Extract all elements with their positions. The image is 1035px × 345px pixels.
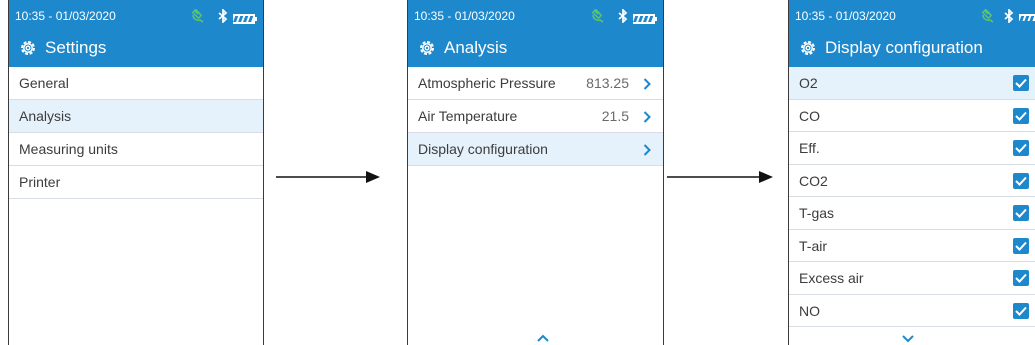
arrow-right-icon — [276, 171, 380, 183]
analysis-list: Atmospheric Pressure 813.25 Air Temperat… — [408, 67, 663, 166]
bluetooth-icon — [217, 7, 229, 25]
status-bar: 10:35 - 01/03/2020 — [13, 7, 259, 25]
checkbox-checked-icon[interactable] — [1013, 172, 1029, 189]
status-bar: 10:35 - 01/03/2020 — [412, 7, 659, 25]
config-item-no[interactable]: NO — [789, 295, 1035, 327]
header: 10:35 - 01/03/2020 Settings — [9, 0, 263, 67]
config-item-t-gas[interactable]: T-gas — [789, 197, 1035, 230]
checkbox-checked-icon[interactable] — [1013, 237, 1029, 254]
chevron-right-icon — [643, 144, 651, 156]
checkbox-checked-icon[interactable] — [1013, 75, 1029, 91]
battery-icon — [1019, 11, 1035, 21]
checkbox-checked-icon[interactable] — [1013, 107, 1029, 124]
checkbox-checked-icon[interactable] — [1013, 302, 1029, 319]
menu-item-value: 813.25 — [586, 75, 629, 91]
menu-item-label: General — [19, 75, 69, 91]
config-item-label: NO — [799, 302, 820, 319]
status-time: 10:35 - 01/03/2020 — [795, 9, 896, 23]
gear-icon — [799, 39, 817, 57]
menu-item-analysis[interactable]: Analysis — [9, 100, 263, 133]
plug-icon — [981, 8, 995, 23]
header: 10:35 - 01/03/2020 Analysis — [408, 0, 663, 67]
page-title: Analysis — [444, 38, 508, 57]
config-item-label: Excess air — [799, 270, 864, 286]
header: 10:35 - 01/03/2020 Display configuration — [789, 0, 1035, 67]
display-configuration-screen: 10:35 - 01/03/2020 Display configuration — [788, 0, 1035, 345]
page-title: Settings — [45, 38, 107, 57]
display-configuration-list: O2 CO Eff. CO2 T-gas T-air Excess air NO — [789, 67, 1035, 327]
battery-icon — [233, 11, 257, 24]
checkbox-checked-icon[interactable] — [1013, 140, 1029, 156]
config-item-t-air[interactable]: T-air — [789, 230, 1035, 262]
config-item-excess-air[interactable]: Excess air — [789, 262, 1035, 295]
plug-icon — [191, 8, 205, 23]
checkbox-checked-icon[interactable] — [1013, 270, 1029, 286]
config-item-label: O2 — [799, 75, 818, 91]
plug-icon — [591, 8, 605, 23]
config-item-label: T-air — [799, 237, 827, 254]
menu-item-label: Measuring units — [19, 141, 118, 157]
menu-item-label: Analysis — [19, 108, 72, 124]
settings-screen: 10:35 - 01/03/2020 Settings General Anal… — [8, 0, 264, 345]
gear-icon — [19, 39, 37, 57]
status-bar: 10:35 - 01/03/2020 — [793, 7, 1035, 25]
menu-item-value: 21.5 — [601, 108, 629, 124]
bluetooth-icon — [617, 7, 629, 25]
config-item-o2[interactable]: O2 — [789, 67, 1035, 100]
arrow-right-icon — [667, 171, 773, 183]
status-time: 10:35 - 01/03/2020 — [414, 9, 515, 23]
page-title: Display configuration — [825, 38, 983, 57]
chevron-up-icon[interactable] — [536, 333, 550, 343]
chevron-down-icon[interactable] — [901, 334, 915, 344]
menu-item-printer[interactable]: Printer — [9, 166, 263, 199]
analysis-screen: 10:35 - 01/03/2020 Analysis Atmospheric … — [407, 0, 664, 345]
config-item-label: CO — [799, 107, 820, 124]
settings-list: General Analysis Measuring units Printer — [9, 67, 263, 199]
chevron-right-icon — [643, 78, 651, 90]
menu-item-atmospheric-pressure[interactable]: Atmospheric Pressure 813.25 — [408, 67, 663, 100]
config-item-eff[interactable]: Eff. — [789, 132, 1035, 165]
menu-item-label: Air Temperature — [418, 108, 518, 124]
bluetooth-icon — [1003, 7, 1015, 25]
gear-icon — [418, 39, 436, 57]
menu-item-general[interactable]: General — [9, 67, 263, 100]
config-item-co2[interactable]: CO2 — [789, 165, 1035, 197]
battery-icon — [633, 11, 657, 24]
config-item-label: T-gas — [799, 205, 835, 221]
config-item-label: Eff. — [799, 140, 820, 156]
chevron-right-icon — [643, 111, 651, 123]
status-time: 10:35 - 01/03/2020 — [15, 9, 116, 23]
config-item-label: CO2 — [799, 172, 828, 189]
menu-item-air-temperature[interactable]: Air Temperature 21.5 — [408, 100, 663, 133]
config-item-co[interactable]: CO — [789, 100, 1035, 132]
menu-item-label: Display configuration — [418, 141, 548, 157]
menu-item-label: Printer — [19, 174, 61, 190]
checkbox-checked-icon[interactable] — [1013, 205, 1029, 221]
menu-item-display-configuration[interactable]: Display configuration — [408, 133, 663, 166]
menu-item-measuring-units[interactable]: Measuring units — [9, 133, 263, 166]
menu-item-label: Atmospheric Pressure — [418, 75, 556, 91]
